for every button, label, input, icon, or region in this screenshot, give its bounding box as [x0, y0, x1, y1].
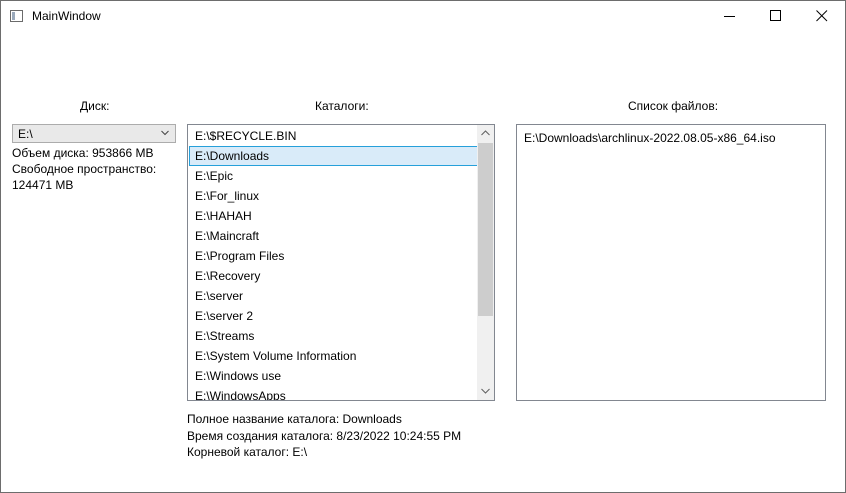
list-item-selected[interactable]: E:\Downloads: [189, 146, 478, 166]
window-title: MainWindow: [32, 9, 101, 23]
main-window: MainWindow Диск: E:\ Объем диска: 953866…: [0, 0, 846, 493]
chevron-down-icon: [161, 130, 169, 136]
title-bar[interactable]: MainWindow: [1, 1, 845, 31]
file-item[interactable]: E:\Downloads\archlinux-2022.08.05-x86_64…: [524, 131, 776, 145]
drive-free-value: 124471 MB: [12, 178, 74, 192]
catalogs-list: E:\$RECYCLE.BIN E:\Downloads E:\Epic E:\For…: [189, 126, 478, 400]
catalogs-label: Каталоги:: [315, 99, 369, 113]
catalog-creation-time: Время создания каталога: 8/23/2022 10:24…: [187, 429, 462, 443]
list-item[interactable]: E:\server 2: [189, 306, 478, 326]
catalogs-listbox[interactable]: E:\$RECYCLE.BIN E:\Downloads E:\Epic E:\For…: [187, 124, 495, 401]
maximize-icon: [770, 10, 781, 21]
list-item[interactable]: E:\server: [189, 286, 478, 306]
catalog-root: Корневой каталог: E:\: [187, 445, 308, 459]
close-icon: [816, 10, 828, 22]
minimize-icon: [724, 16, 735, 17]
list-item[interactable]: E:\Recovery: [189, 266, 478, 286]
catalog-full-name: Полное название каталога: Downloads: [187, 412, 402, 426]
drive-selected-value: E:\: [18, 127, 33, 141]
catalogs-scrollbar[interactable]: [477, 125, 494, 400]
scroll-up-arrow-icon: [481, 130, 490, 136]
scroll-down-button[interactable]: [477, 383, 494, 400]
files-label: Список файлов:: [628, 99, 719, 113]
list-item[interactable]: E:\Streams: [189, 326, 478, 346]
minimize-button[interactable]: [707, 1, 753, 31]
scroll-down-arrow-icon: [481, 388, 490, 394]
drive-combobox[interactable]: E:\: [12, 124, 176, 143]
list-item[interactable]: E:\HAHAH: [189, 206, 478, 226]
maximize-button[interactable]: [753, 1, 799, 31]
list-item[interactable]: E:\System Volume Information: [189, 346, 478, 366]
list-item[interactable]: E:\Program Files: [189, 246, 478, 266]
close-button[interactable]: [799, 1, 845, 31]
drive-free-label: Свободное пространство:: [12, 162, 157, 176]
list-item[interactable]: E:\Maincraft: [189, 226, 478, 246]
drive-size-text: Объем диска: 953866 MB: [12, 146, 154, 160]
files-listbox[interactable]: E:\Downloads\archlinux-2022.08.05-x86_64…: [516, 124, 826, 401]
scrollbar-thumb[interactable]: [478, 143, 493, 316]
list-item[interactable]: E:\Windows use: [189, 366, 478, 386]
list-item[interactable]: E:\Epic: [189, 166, 478, 186]
scroll-up-button[interactable]: [477, 125, 494, 142]
drive-label: Диск:: [80, 99, 110, 113]
window-app-icon: [10, 10, 23, 22]
list-item[interactable]: E:\WindowsApps: [189, 386, 478, 400]
list-item[interactable]: E:\$RECYCLE.BIN: [189, 126, 478, 146]
list-item[interactable]: E:\For_linux: [189, 186, 478, 206]
